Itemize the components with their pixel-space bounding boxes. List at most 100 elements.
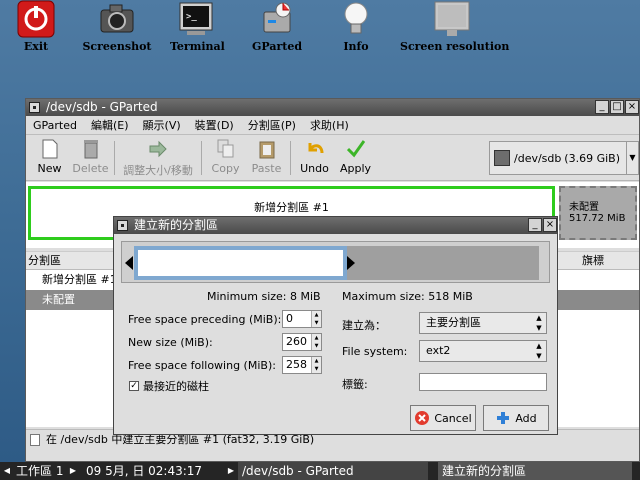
resize-handle-right-icon[interactable] [347,256,355,270]
menu-partition[interactable]: 分割區(P) [248,117,296,133]
new-button[interactable]: New [29,135,70,181]
harddisk-icon [494,150,510,166]
menu-view[interactable]: 顯示(V) [143,117,181,133]
create-as-select[interactable]: 主要分割區 ▲ ▼ [419,312,547,334]
spinner-arrows-icon[interactable]: ▲ ▼ [311,334,321,350]
spinner-arrows-icon[interactable]: ▲ ▼ [311,357,321,373]
checkbox-check-icon[interactable]: ✓ [129,381,139,391]
dropdown-arrow-icon: ▼ [626,142,638,174]
paste-button-label: Paste [251,162,282,175]
apply-button-label: Apply [339,162,372,175]
disk-map-unallocated[interactable]: 未配置 517.72 MiB [559,186,637,240]
apply-button[interactable]: Apply [335,135,376,181]
desktop-icon-exit[interactable]: Exit [13,0,59,58]
file-system-label: File system: [342,345,408,358]
partition-label-input[interactable] [419,373,547,391]
taskbar: ◀ 工作區 1 ▶ 09 5月, 日 02:43:17 ▶ /dev/sdb -… [0,462,640,480]
file-system-value: ext2 [426,344,451,357]
new-size-value: 260 [286,335,307,348]
workspace-name[interactable]: 工作區 1 [16,462,63,480]
svg-text:>_: >_ [186,12,197,22]
close-button[interactable]: × [625,100,639,114]
device-size: (3.69 GiB) [564,151,620,165]
add-button[interactable]: Add [483,405,549,431]
desktop-icon-screenshot[interactable]: Screenshot [82,0,152,58]
desktop-icon-label: Screen resolution [400,40,510,53]
column-header-partition[interactable]: 分割區 [28,252,61,270]
delete-button[interactable]: Delete [70,135,111,181]
new-size-spinner[interactable]: 260 ▲ ▼ [282,333,322,351]
updown-arrow-icon: ▲ ▼ [536,314,542,332]
free-before-value: 0 [286,312,293,325]
partition-name: 新增分割區 #1 [42,273,117,286]
dialog-title: 建立新的分割區 [134,218,219,232]
undo-arrow-icon [306,139,324,159]
resize-handle-left-icon[interactable] [125,256,133,270]
minimum-size: Minimum size: 8 MiB [207,290,321,303]
desktop-icon-info[interactable]: Info [336,0,376,58]
taskbar-task-create-partition[interactable]: 建立新的分割區 [438,462,632,480]
align-cylinder-checkbox[interactable]: ✓ 最接近的磁柱 [129,378,209,394]
copy-button-label: Copy [211,162,240,175]
resizer-partition-fill [138,250,343,276]
free-after-value: 258 [286,358,307,371]
minimize-button[interactable]: _ [595,100,609,114]
file-system-select[interactable]: ext2 ▲ ▼ [419,340,547,362]
maximize-button[interactable]: □ [610,100,624,114]
gparted-icon [258,0,296,38]
create-partition-dialog: 建立新的分割區 _ × Minimum size: 8 MiB Maximum … [113,216,558,435]
create-as-value: 主要分割區 [426,316,481,329]
window-list-arrow-icon[interactable]: ▶ [226,462,236,480]
copy-button[interactable]: Copy [205,135,246,181]
toolbar-separator [114,141,115,175]
close-button[interactable]: × [543,218,557,232]
device-selector[interactable]: /dev/sdb (3.69 GiB) ▼ [489,141,639,175]
menu-help[interactable]: 求助(H) [310,117,349,133]
paste-button[interactable]: Paste [246,135,287,181]
free-before-spinner[interactable]: 0 ▲ ▼ [282,310,322,328]
desktop-icon-gparted[interactable]: GParted [250,0,304,58]
partition-label-label: 標籤: [342,378,368,391]
resize-arrow-icon [149,139,167,159]
add-button-label: Add [515,411,537,425]
resize-move-button[interactable]: 調整大小/移動 [118,135,198,181]
desktop-icon-terminal[interactable]: >_ Terminal [170,0,225,58]
dialog-titlebar[interactable]: 建立新的分割區 _ × [114,217,557,234]
menu-device[interactable]: 裝置(D) [195,117,234,133]
desktop-icon-label: Screenshot [82,40,152,53]
window-menu-icon[interactable] [117,220,128,231]
cancel-x-icon [415,411,430,425]
power-icon [17,0,55,38]
copy-icon [217,139,235,159]
toolbar-separator [201,141,202,175]
desktop-icon-screen-resolution[interactable]: Screen resolution [400,0,510,58]
undo-button[interactable]: Undo [294,135,335,181]
column-header-flags[interactable]: 旗標 [582,252,604,270]
free-after-spinner[interactable]: 258 ▲ ▼ [282,356,322,374]
new-partition-label: 新增分割區 #1 [254,201,329,214]
partition-resizer[interactable] [121,241,550,283]
partition-name: 未配置 [42,293,75,306]
toolbar: New Delete 調整大小/移動 Copy Paste Undo Apply… [26,135,639,181]
cancel-button[interactable]: Cancel [410,405,476,431]
prev-workspace-arrow-icon[interactable]: ◀ [2,462,12,480]
unallocated-size: 517.72 MiB [569,213,626,224]
new-button-label: New [37,162,62,175]
desktop-icon-label: Terminal [170,40,225,53]
cancel-button-label: Cancel [434,411,472,425]
window-menu-icon[interactable] [29,102,40,113]
minimize-button[interactable]: _ [528,218,542,232]
align-cylinder-label: 最接近的磁柱 [143,380,209,393]
updown-arrow-icon: ▲ ▼ [536,342,542,360]
delete-button-label: Delete [72,162,109,175]
unallocated-label: 未配置 [569,202,599,213]
next-workspace-arrow-icon[interactable]: ▶ [68,462,78,480]
camera-icon [98,0,136,38]
spinner-arrows-icon[interactable]: ▲ ▼ [311,311,321,327]
menu-edit[interactable]: 編輯(E) [91,117,129,133]
desktop-icon-label: Info [343,40,369,53]
menu-gparted[interactable]: GParted [33,119,77,132]
window-titlebar[interactable]: /dev/sdb - GParted _ □ × [26,99,639,116]
taskbar-task-gparted[interactable]: /dev/sdb - GParted [238,462,428,480]
clock: 09 5月, 日 02:43:17 [86,464,203,478]
